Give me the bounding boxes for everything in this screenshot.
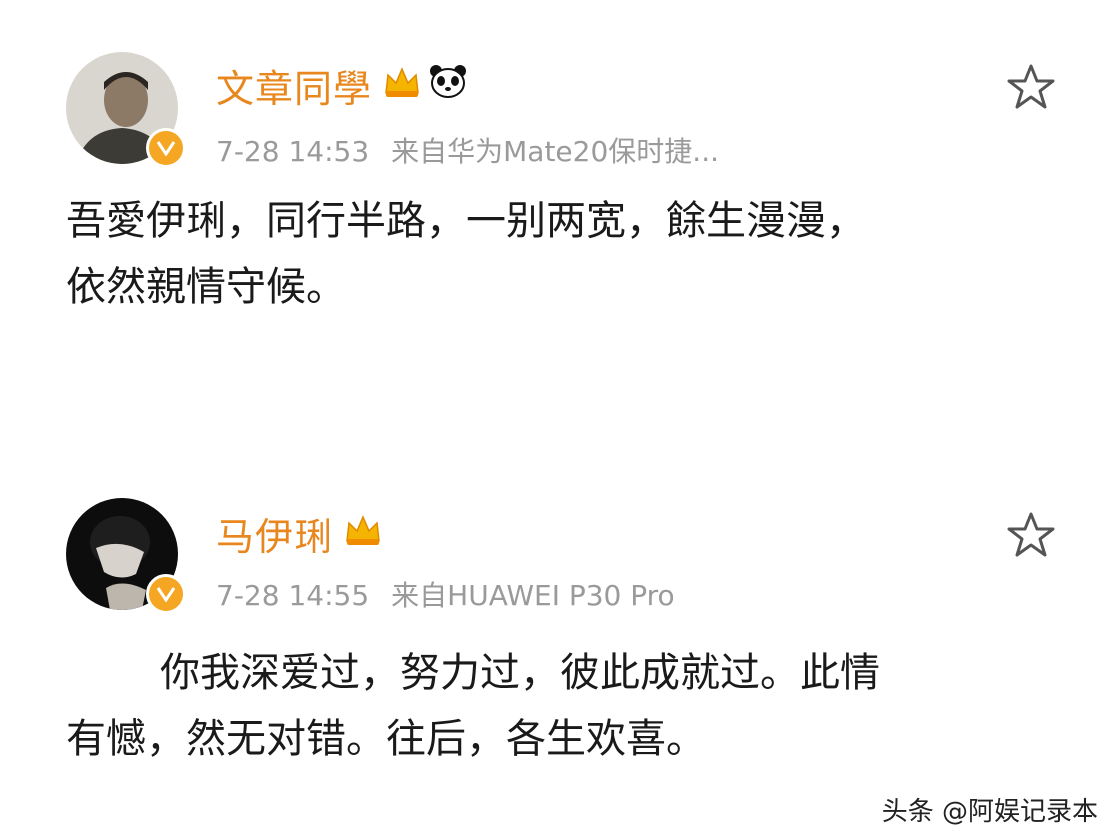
panda-emoji-icon [428, 63, 468, 108]
post-time: 7-28 14:55 [216, 579, 370, 612]
verified-badge-icon [146, 128, 186, 168]
username[interactable]: 文章同學 [216, 58, 468, 113]
star-outline-icon[interactable] [1006, 510, 1056, 560]
weibo-post-2: 马伊琍 7-28 14:55 来自HUAWEI P30 Pro 你我深爱过，努力过… [0, 440, 1120, 780]
crown-badge-icon [382, 63, 422, 108]
content-line: 吾愛伊琍，同行半路，一别两宽，餘生漫漫， [66, 198, 866, 244]
crown-badge-icon [343, 511, 383, 556]
post-source: 来自HUAWEI P30 Pro [391, 579, 675, 612]
watermark: 头条 @阿娱记录本 [881, 797, 1098, 827]
post-source: 来自华为Mate20保时捷... [391, 135, 719, 168]
verified-badge-icon [146, 574, 186, 614]
username-text[interactable]: 马伊琍 [216, 506, 333, 561]
username[interactable]: 马伊琍 [216, 506, 383, 561]
username-text[interactable]: 文章同學 [216, 58, 372, 113]
post-content: 你我深爱过，努力过，彼此成就过。此情 有憾，然无对错。往后，各生欢喜。 [66, 640, 880, 772]
post-time: 7-28 14:53 [216, 135, 370, 168]
post-content: 吾愛伊琍，同行半路，一别两宽，餘生漫漫， 依然親情守候。 [66, 188, 866, 320]
content-line: 依然親情守候。 [66, 264, 346, 310]
weibo-post-1: 文章同學 7-28 14:53 来自华为Mate20保时捷... 吾愛伊琍，同行半… [0, 0, 1120, 400]
content-line: 你我深爱过，努力过，彼此成就过。此情 [160, 650, 880, 696]
post-meta: 7-28 14:55 来自HUAWEI P30 Pro [216, 574, 675, 614]
content-line: 有憾，然无对错。往后，各生欢喜。 [66, 716, 706, 762]
star-outline-icon[interactable] [1006, 62, 1056, 112]
post-meta: 7-28 14:53 来自华为Mate20保时捷... [216, 130, 719, 170]
